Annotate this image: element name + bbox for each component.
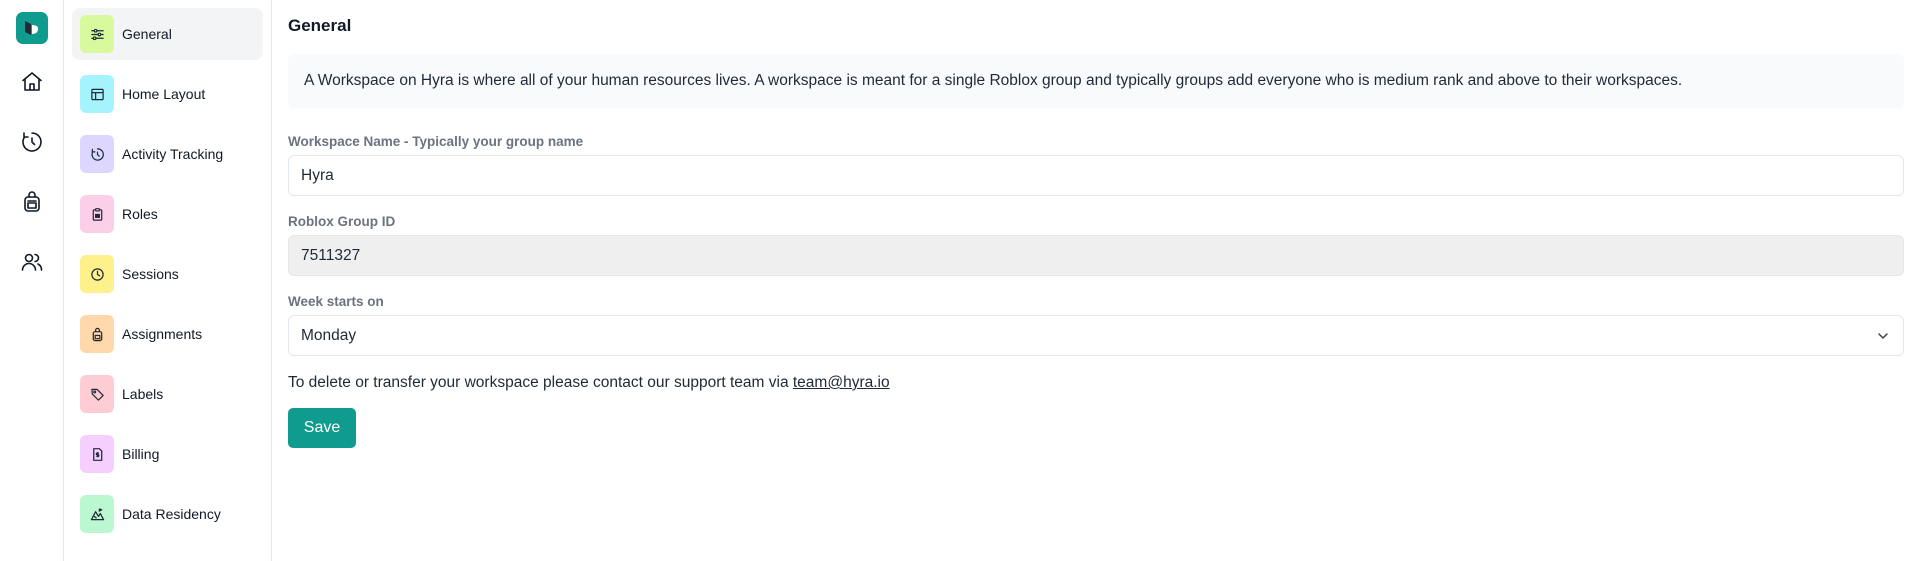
sliders-icon [90,28,104,40]
nav-icon-box [80,435,114,473]
nav-icon-box [80,375,114,413]
nav-icon-box [80,315,114,353]
clock-icon [90,267,104,281]
nav-icon-box [80,255,114,293]
mountain-icon [90,507,104,520]
backpack-icon [92,327,102,341]
nav-item-billing[interactable]: Billing [72,428,263,480]
rail-home-button[interactable] [12,62,52,102]
activity-icon [91,147,104,161]
nav-item-activity-tracking[interactable]: Activity Tracking [72,128,263,180]
nav-item-home-layout[interactable]: Home Layout [72,68,263,120]
nav-icon-box [80,15,114,53]
rail-assignments-button[interactable] [12,182,52,222]
main-content: General A Workspace on Hyra is where all… [272,0,1919,561]
nav-label: Roles [122,206,158,222]
nav-item-assignments[interactable]: Assignments [72,308,263,360]
nav-label: Billing [122,446,160,462]
settings-nav: General Home Layout Activity Tracking Ro… [64,0,272,561]
group-id-label: Roblox Group ID [288,214,396,229]
nav-item-sessions[interactable]: Sessions [72,248,263,300]
group-id-input: 7511327 [288,235,1904,276]
contact-text-body: To delete or transfer your workspace ple… [288,374,793,391]
hyra-logo[interactable] [15,12,48,44]
support-email-link[interactable]: team@hyra.io [793,374,890,391]
nav-icon-box [80,195,114,233]
group-id-value: 7511327 [301,246,361,264]
nav-icon-box [80,75,114,113]
layout-icon [90,88,104,100]
tag-icon [90,388,104,401]
workspace-name-label: Workspace Name - Typically your group na… [288,134,584,149]
nav-label: Sessions [122,266,179,282]
contact-text: To delete or transfer your workspace ple… [288,374,1904,392]
week-start-select[interactable]: Monday [288,315,1904,356]
nav-icon-box [80,495,114,533]
week-start-value: Monday [301,326,357,344]
nav-label: Home Layout [122,86,206,102]
backpack-icon [23,191,40,212]
workspace-name-input[interactable]: Hyra [288,155,1904,196]
clipboard-icon [92,207,102,221]
save-button[interactable]: Save [288,408,356,448]
nav-item-roles[interactable]: Roles [72,188,263,240]
logo-mark-icon [24,21,38,35]
nav-item-data-residency[interactable]: Data Residency [72,488,263,540]
app-root: General Home Layout Activity Tracking Ro… [0,0,1919,561]
nav-label: General [122,26,172,42]
receipt-icon [92,447,102,461]
nav-item-general[interactable]: General [72,8,263,60]
nav-icon-box [80,135,114,173]
chevron-down-icon [1878,332,1888,339]
nav-label: Assignments [122,326,203,342]
week-start-label: Week starts on [288,294,384,309]
users-icon [21,253,42,271]
info-box: A Workspace on Hyra is where all of your… [288,54,1904,108]
home-icon [21,72,42,91]
nav-item-labels[interactable]: Labels [72,368,263,420]
workspace-name-value: Hyra [301,166,334,184]
nav-label: Labels [122,386,164,402]
page-title: General [288,16,352,35]
rail-users-button[interactable] [12,242,52,282]
rail-activity-button[interactable] [12,122,52,162]
nav-label: Data Residency [122,506,221,522]
left-rail [0,0,64,561]
nav-label: Activity Tracking [122,146,224,162]
activity-icon [21,132,42,152]
